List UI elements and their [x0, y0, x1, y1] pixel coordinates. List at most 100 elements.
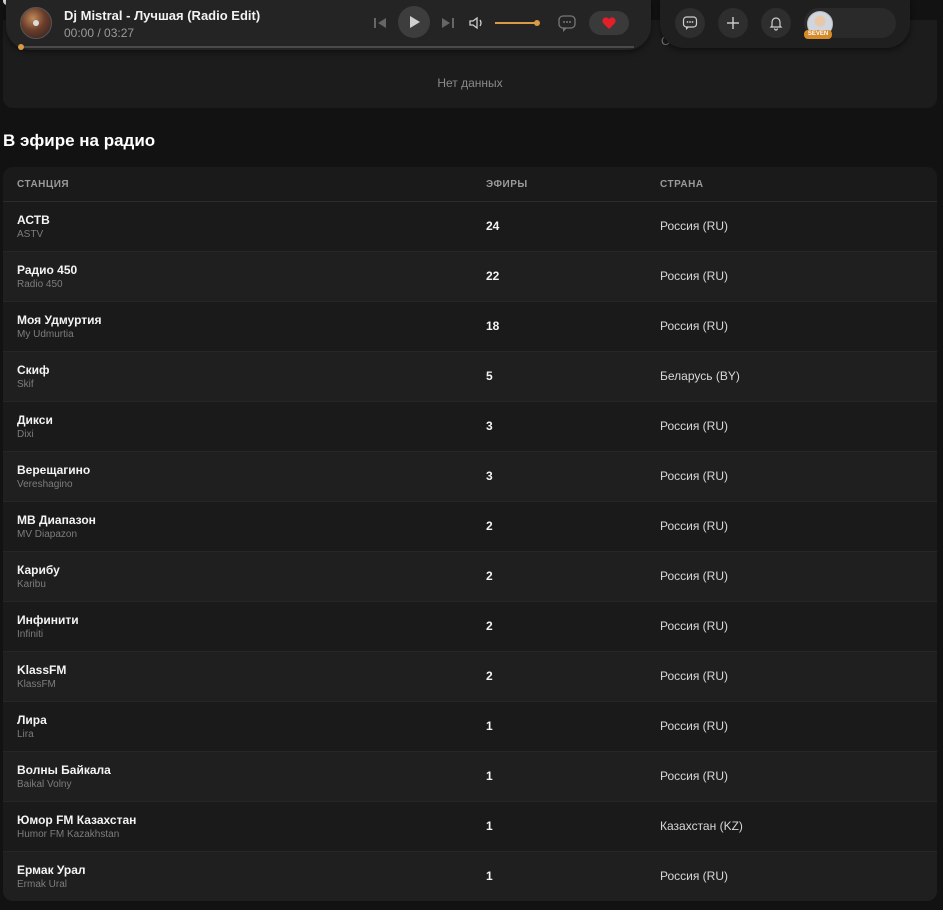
- header-actions: SEVEN: [660, 0, 910, 48]
- table-row[interactable]: Скиф Skif 5 Беларусь (BY): [3, 352, 937, 402]
- station-name[interactable]: Волны Байкала: [17, 763, 111, 777]
- table-row[interactable]: Инфинити Infiniti 2 Россия (RU): [3, 602, 937, 652]
- plays-count: 2: [486, 569, 493, 583]
- comments-button[interactable]: [556, 12, 578, 34]
- station-subtitle: Baikal Volny: [17, 779, 72, 790]
- station-country: Россия (RU): [660, 469, 729, 483]
- station-country: Россия (RU): [660, 269, 729, 283]
- plays-count: 2: [486, 519, 493, 533]
- station-country: Россия (RU): [660, 319, 729, 333]
- table-header: СТАНЦИЯ ЭФИРЫ СТРАНА: [3, 167, 937, 202]
- skip-back-icon: [374, 18, 386, 28]
- table-row[interactable]: Моя Удмуртия My Udmurtia 18 Россия (RU): [3, 302, 937, 352]
- station-country: Россия (RU): [660, 569, 729, 583]
- progress-bar[interactable]: [18, 44, 634, 50]
- station-name[interactable]: Инфинити: [17, 613, 79, 627]
- user-badge: SEVEN: [804, 30, 832, 39]
- notifications-button[interactable]: [761, 8, 791, 38]
- add-button[interactable]: [718, 8, 748, 38]
- station-country: Россия (RU): [660, 619, 729, 633]
- plays-count: 3: [486, 469, 493, 483]
- station-subtitle: Skif: [17, 379, 34, 390]
- station-subtitle: My Udmurtia: [17, 329, 74, 340]
- station-country: Беларусь (BY): [660, 369, 740, 383]
- like-button[interactable]: [589, 11, 629, 35]
- volume-handle[interactable]: [534, 20, 540, 26]
- radio-table: СТАНЦИЯ ЭФИРЫ СТРАНА АСТВ ASTV 24 Россия (R…: [3, 167, 937, 901]
- plays-count: 1: [486, 719, 493, 733]
- table-row[interactable]: Лира Lira 1 Россия (RU): [3, 702, 937, 752]
- table-row[interactable]: МВ Диапазон MV Diapazon 2 Россия (RU): [3, 502, 937, 552]
- station-subtitle: Lira: [17, 729, 34, 740]
- table-row[interactable]: Волны Байкала Baikal Volny 1 Россия (RU): [3, 752, 937, 802]
- volume-icon: [469, 16, 482, 30]
- table-row[interactable]: Ермак Урал Ermak Ural 1 Россия (RU): [3, 852, 937, 901]
- track-cover[interactable]: [20, 7, 52, 39]
- plus-icon: [727, 17, 739, 29]
- previous-button[interactable]: [372, 14, 390, 32]
- volume-slider[interactable]: [495, 20, 540, 26]
- track-title[interactable]: Dj Mistral - Лучшая (Radio Edit): [64, 8, 260, 23]
- plays-count: 24: [486, 219, 500, 233]
- plays-count: 1: [486, 819, 493, 833]
- station-name[interactable]: Ермак Урал: [17, 863, 86, 877]
- station-subtitle: Infiniti: [17, 629, 44, 640]
- chat-icon: [558, 15, 576, 32]
- station-name[interactable]: Дикси: [17, 413, 53, 427]
- station-name[interactable]: Скиф: [17, 363, 50, 377]
- station-country: Россия (RU): [660, 519, 729, 533]
- chat-icon: [682, 16, 698, 30]
- table-row[interactable]: АСТВ ASTV 24 Россия (RU): [3, 202, 937, 252]
- plays-count: 1: [486, 869, 493, 883]
- plays-count: 1: [486, 769, 493, 783]
- plays-count: 18: [486, 319, 500, 333]
- play-button[interactable]: [398, 6, 430, 38]
- plays-count: 2: [486, 619, 493, 633]
- messages-button[interactable]: [675, 8, 705, 38]
- station-subtitle: Ermak Ural: [17, 879, 68, 890]
- station-name[interactable]: Лира: [17, 713, 47, 727]
- progress-handle[interactable]: [18, 44, 24, 50]
- section-title: В эфире на радио: [3, 131, 156, 150]
- station-name[interactable]: АСТВ: [17, 213, 50, 227]
- table-row[interactable]: KlassFM KlassFM 2 Россия (RU): [3, 652, 937, 702]
- station-name[interactable]: МВ Диапазон: [17, 513, 96, 527]
- station-name[interactable]: Радио 450: [17, 263, 77, 277]
- volume-button[interactable]: [468, 14, 486, 32]
- column-header-station[interactable]: СТАНЦИЯ: [17, 179, 69, 190]
- station-country: Россия (RU): [660, 769, 729, 783]
- station-subtitle: KlassFM: [17, 679, 56, 690]
- table-row[interactable]: Юмор FM Казахстан Humor FM Kazakhstan 1 Каз…: [3, 802, 937, 852]
- table-row[interactable]: Радио 450 Radio 450 22 Россия (RU): [3, 252, 937, 302]
- table-row[interactable]: Верещагино Vereshagino 3 Россия (RU): [3, 452, 937, 502]
- user-menu[interactable]: SEVEN: [804, 8, 896, 39]
- station-subtitle: Dixi: [17, 429, 34, 440]
- station-country: Россия (RU): [660, 419, 729, 433]
- plays-count: 3: [486, 419, 493, 433]
- station-name[interactable]: KlassFM: [17, 663, 66, 677]
- bell-icon: [769, 17, 783, 31]
- station-name[interactable]: Моя Удмуртия: [17, 313, 102, 327]
- station-name[interactable]: Верещагино: [17, 463, 90, 477]
- station-country: Россия (RU): [660, 719, 729, 733]
- station-subtitle: Karibu: [17, 579, 46, 590]
- station-country: Казахстан (KZ): [660, 819, 743, 833]
- station-country: Россия (RU): [660, 219, 729, 233]
- station-subtitle: ASTV: [17, 229, 44, 240]
- table-row[interactable]: Карибу Karibu 2 Россия (RU): [3, 552, 937, 602]
- column-header-country[interactable]: СТРАНА: [660, 179, 704, 190]
- station-subtitle: MV Diapazon: [17, 529, 78, 540]
- next-button[interactable]: [438, 14, 456, 32]
- station-name[interactable]: Карибу: [17, 563, 60, 577]
- column-header-plays[interactable]: ЭФИРЫ: [486, 179, 528, 190]
- plays-count: 22: [486, 269, 500, 283]
- play-icon: [410, 16, 420, 28]
- station-country: Россия (RU): [660, 869, 729, 883]
- plays-count: 5: [486, 369, 493, 383]
- station-subtitle: Radio 450: [17, 279, 63, 290]
- station-country: Россия (RU): [660, 669, 729, 683]
- station-name[interactable]: Юмор FM Казахстан: [17, 813, 136, 827]
- table-row[interactable]: Дикси Dixi 3 Россия (RU): [3, 402, 937, 452]
- track-time: 00:00 / 03:27: [64, 26, 135, 40]
- empty-state-text: Нет данных: [437, 76, 503, 90]
